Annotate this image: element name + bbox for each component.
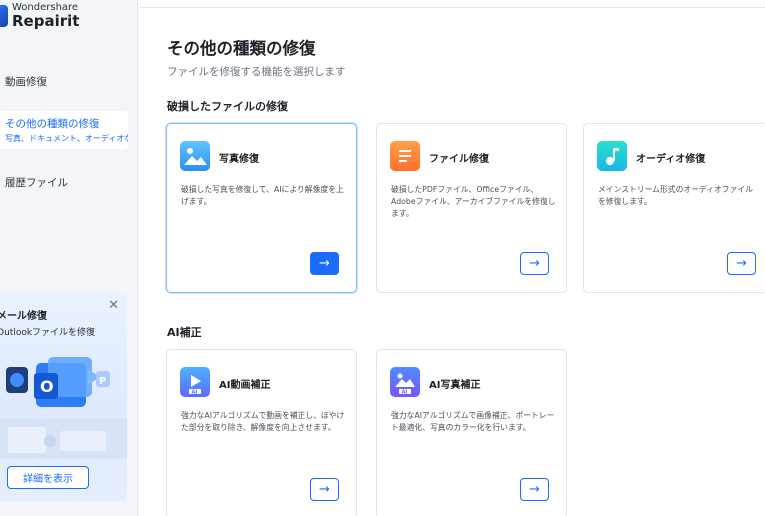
promo-description: Outlookファイルを修復 [0, 328, 96, 338]
sidebar-item-history[interactable]: 履歴ファイル [0, 175, 128, 190]
sidebar-item-label: 動画修復 [5, 76, 47, 88]
card-description: 強力なAIアルゴリズムで動画を補正し、ぼやけた部分を取り除き、解像度を向上させま… [181, 411, 345, 432]
card-title: 写真修復 [219, 154, 259, 165]
app-logo: Wondershare Repairit [0, 2, 79, 29]
image-icon [180, 141, 210, 171]
page-subtitle: ファイルを修復する機能を選択します [167, 66, 346, 78]
card-audio-repair[interactable]: オーディオ修復 メインストリーム形式のオーディオファイルを修復します。 → [583, 123, 765, 293]
sidebar-item-other-repair[interactable]: その他の種類の修復 写真、ドキュメント、オーディオなど。 [0, 111, 128, 149]
card-title: オーディオ修復 [636, 154, 706, 165]
card-photo-repair[interactable]: 写真修復 破損した写真を修復して、AIにより解像度を上げます。 → [166, 123, 357, 293]
sidebar-item-video-repair[interactable]: 動画修復 [0, 74, 128, 89]
svg-text:AI: AI [402, 390, 408, 396]
music-note-icon [597, 141, 627, 171]
go-arrow-button[interactable]: → [520, 252, 549, 275]
sidebar-item-sublabel: 写真、ドキュメント、オーディオなど。 [5, 134, 128, 143]
card-description: 破損した写真を修復して、AIにより解像度を上げます。 [181, 185, 344, 206]
card-description: 強力なAIアルゴリズムで画像補正、ポートレート最適化、写真のカラー化を行います。 [391, 411, 555, 432]
top-bar [139, 0, 765, 8]
card-description: メインストリーム形式のオーディオファイルを修復します。 [598, 185, 753, 206]
go-arrow-button[interactable]: → [520, 478, 549, 501]
promo-title: メール修復 [0, 311, 47, 322]
document-icon [390, 141, 420, 171]
card-file-repair[interactable]: ファイル修復 破損したPDFファイル、Officeファイル、Adobeファイル、… [376, 123, 567, 293]
product-name: Repairit [12, 12, 80, 30]
go-arrow-button[interactable]: → [727, 252, 756, 275]
section-title-ai-enhance: AI補正 [167, 326, 202, 339]
card-title: AI動画補正 [219, 380, 271, 391]
repairit-logo-icon [0, 4, 8, 27]
go-arrow-button[interactable]: → [310, 252, 339, 275]
svg-text:AI: AI [192, 390, 198, 396]
card-title: AI写真補正 [429, 380, 481, 391]
outlook-illustration-icon: O P [0, 357, 127, 459]
sidebar-item-label: その他の種類の修復 [5, 118, 100, 130]
close-icon[interactable]: ✕ [108, 299, 119, 312]
sidebar-item-label: 履歴ファイル [5, 177, 68, 189]
view-details-button[interactable]: 詳細を表示 [7, 466, 89, 489]
promo-card: メール修復 Outlookファイルを修復 ✕ O P 詳細を表示 [0, 293, 127, 501]
ai-image-icon: AI [390, 367, 420, 397]
page-title: その他の種類の修復 [167, 39, 316, 58]
sidebar: Wondershare Repairit 動画修復 その他の種類の修復 写真、ド… [0, 0, 138, 516]
svg-text:O: O [40, 377, 54, 396]
card-ai-video-enhance[interactable]: AI AI動画補正 強力なAIアルゴリズムで動画を補正し、ぼやけた部分を取り除き… [166, 349, 357, 516]
section-title-damaged-files: 破損したファイルの修復 [167, 100, 288, 113]
svg-text:P: P [99, 376, 106, 387]
card-title: ファイル修復 [429, 154, 489, 165]
card-ai-photo-enhance[interactable]: AI AI写真補正 強力なAIアルゴリズムで画像補正、ポートレート最適化、写真の… [376, 349, 567, 516]
go-arrow-button[interactable]: → [310, 478, 339, 501]
ai-video-icon: AI [180, 367, 210, 397]
card-description: 破損したPDFファイル、Officeファイル、Adobeファイル、アーカイブファ… [391, 185, 556, 218]
